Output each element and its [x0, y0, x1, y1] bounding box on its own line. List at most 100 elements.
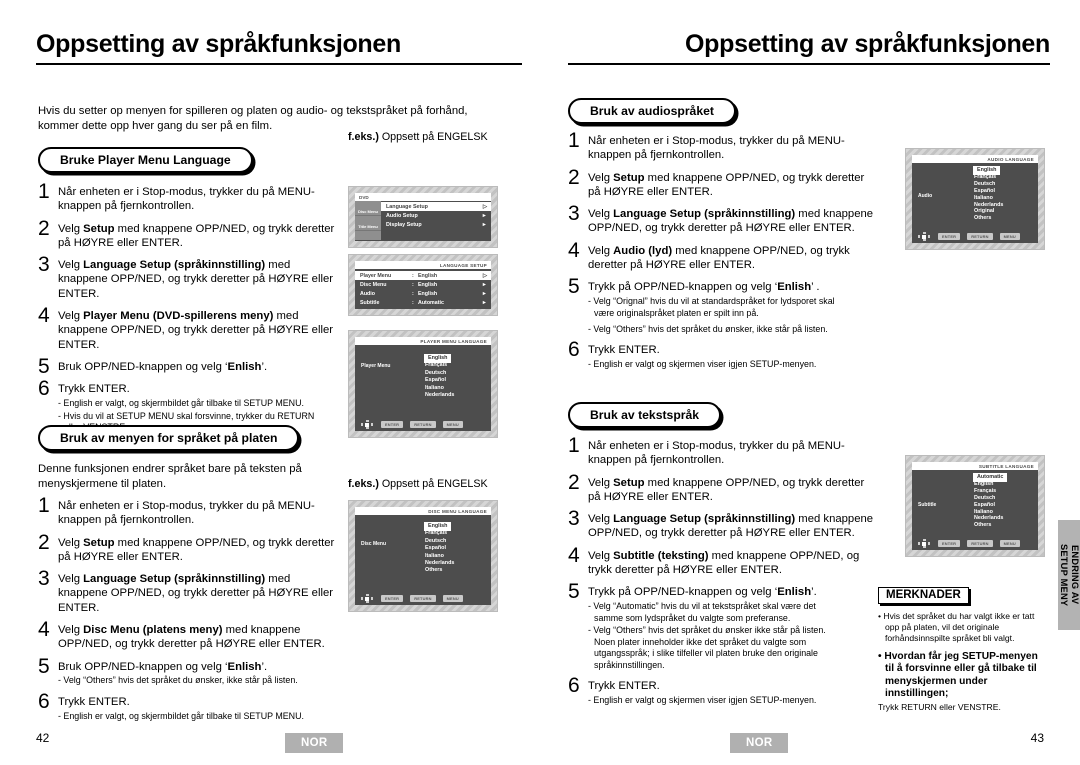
step-text: Bruk OPP/NED-knappen og velg ‘Enlish’. -… — [58, 659, 338, 687]
setup-row-disc-menu: Disc Menu: English ► — [360, 281, 487, 288]
step-item: 6 Trykk ENTER. - English er valgt og skj… — [568, 675, 878, 706]
step-number: 3 — [568, 202, 580, 226]
step-item: 5 Trykk på OPP/NED-knappen og velg ‘Enli… — [568, 581, 878, 671]
notes-box: MERKNADER • Hvis det språket du har valg… — [878, 585, 1043, 720]
step-item: 4 Velg Player Menu (DVD-spillerens meny)… — [38, 305, 338, 352]
screen-title: DISC MENU LANGUAGE — [355, 507, 491, 515]
step-item: 6 Trykk ENTER. - English er valgt, og sk… — [38, 691, 338, 722]
sidebar-item-title-menu: Title Menu — [355, 216, 381, 231]
step-item: 3 Velg Language Setup (språkinnstilling)… — [568, 508, 878, 541]
dpad-icon — [360, 420, 374, 429]
option-item: English — [423, 353, 454, 364]
step-text: Trykk på OPP/NED-knappen og velg ‘Enlish… — [588, 279, 878, 335]
dpad-icon — [917, 539, 931, 548]
step-item: 6 Trykk ENTER. - English er valgt og skj… — [568, 339, 878, 370]
screen-title: AUDIO LANGUAGE — [912, 155, 1038, 163]
chevron-right-icon: ► — [481, 300, 487, 307]
option-item: Nederlands — [974, 201, 1004, 208]
option-item: Español — [425, 545, 446, 552]
step-text: Velg Setup med knappene OPP/NED, og tryk… — [58, 222, 335, 249]
step-number: 3 — [38, 253, 50, 277]
screen-language-setup: LANGUAGE SETUP Player Menu: English ▷ Disc… — [348, 254, 498, 316]
note-item-bold: • Hvordan får jeg SETUP-menyen til å for… — [878, 651, 1043, 714]
option-item: Français — [974, 487, 997, 494]
option-item: Italiano — [425, 552, 444, 559]
example-caption-1: f.eks.) Oppsett på ENGELSK — [348, 131, 488, 143]
screen-label-player-menu: Player Menu — [361, 363, 391, 369]
option-item: Français — [425, 530, 448, 537]
screen-dvd-setup: DVD Disc Menu Title Menu Language Setup ▷… — [348, 186, 498, 248]
screen-top-label: DVD — [355, 193, 491, 201]
step-text: Trykk på OPP/NED-knappen og velg ‘Enlish… — [588, 584, 878, 671]
key-return: RETURN — [410, 421, 436, 428]
screen-label-audio: Audio — [918, 193, 933, 199]
screen-footer-keys: ENTER RETURN MENU — [355, 594, 491, 603]
step-number: 1 — [38, 494, 50, 517]
key-menu: MENU — [999, 233, 1020, 240]
screen-sidebar: Disc Menu Title Menu — [355, 201, 381, 240]
steps-player-menu-language: 1 Når enheten er i Stop-modus, trykker d… — [38, 181, 338, 441]
page-title: Oppsetting av språkfunksjonen — [36, 30, 401, 58]
option-item: Français — [974, 173, 997, 180]
notes-list: • Hvis det språket du har valgt ikke er … — [878, 611, 1043, 714]
note-subtext: Trykk RETURN eller VENSTRE. — [878, 701, 1001, 712]
key-enter: ENTER — [381, 421, 404, 428]
sidebar-item-extra — [355, 231, 381, 241]
key-enter: ENTER — [381, 595, 404, 602]
step-note: - Velg “Automatic” hvis du vil at teksts… — [588, 601, 826, 670]
side-tab-label: ENDRING AV SETUP MENY — [1059, 543, 1080, 607]
step-item: 3 Velg Language Setup (språkinnstilling)… — [38, 568, 338, 615]
step-number: 4 — [568, 543, 580, 567]
step-item: 1 Når enheten er i Stop-modus, trykker d… — [38, 494, 338, 528]
side-tab-chapter: ENDRING AV SETUP MENY — [1058, 520, 1080, 630]
section-header-disc-menu-language: Bruk av menyen for språket på platen — [38, 425, 300, 451]
option-item: Original — [974, 208, 995, 215]
option-item: Others — [425, 567, 443, 574]
key-menu: MENU — [442, 421, 463, 428]
key-menu: MENU — [442, 595, 463, 602]
step-text: Velg Disc Menu (platens meny) med knappe… — [58, 624, 325, 651]
screen-rows: Player Menu: English ▷ Disc Menu: English ► … — [355, 269, 491, 308]
screen-label-subtitle: Subtitle — [918, 502, 937, 508]
step-text: Velg Language Setup (språkinnstilling) m… — [588, 513, 874, 540]
chevron-right-icon: ► — [481, 221, 487, 228]
setup-row-player-menu: Player Menu: English ▷ — [355, 271, 491, 281]
left-page-title-block: Oppsetting av språkfunksjonen — [36, 30, 522, 65]
option-item: Italiano — [974, 508, 993, 515]
step-text: Velg Language Setup (språkinnstilling) m… — [588, 208, 874, 235]
screen-footer-keys: ENTER RETURN MENU — [912, 232, 1038, 241]
step-text: Velg Player Menu (DVD-spillerens meny) m… — [58, 310, 334, 351]
section-header-player-menu-language: Bruke Player Menu Language — [38, 147, 253, 173]
step-note: - English er valgt, og skjermbildet går … — [58, 710, 304, 721]
step-text: Velg Language Setup (språkinnstilling) m… — [58, 259, 334, 300]
key-return: RETURN — [967, 540, 993, 547]
title-underline — [36, 63, 522, 65]
option-item: Others — [974, 522, 992, 529]
step-note: - Velg “Others” hvis det språket du ønsk… — [58, 675, 298, 686]
option-item: Deutsch — [974, 180, 996, 187]
note-item: • Hvis det språket du har valgt ikke er … — [878, 610, 1035, 643]
screen-inner: LANGUAGE SETUP Player Menu: English ▷ Disc… — [355, 261, 491, 309]
option-item: English — [974, 480, 994, 487]
step-text: Bruk OPP/NED-knappen og velg ‘Enlish’. — [58, 360, 268, 373]
step-text: Velg Setup med knappene OPP/NED, og tryk… — [58, 536, 335, 563]
option-item: Nederlands — [425, 392, 455, 399]
step-text: Velg Setup med knappene OPP/NED, og tryk… — [588, 476, 865, 503]
step-item: 4 Velg Subtitle (teksting) med knappene … — [568, 543, 878, 578]
screen-subtitle-language: SUBTITLE LANGUAGE Subtitle Automatic Eng… — [905, 455, 1045, 557]
step-text: Velg Subtitle (teksting) med knappene OP… — [588, 549, 860, 577]
step-text: Når enheten er i Stop-modus, trykker du … — [588, 135, 845, 162]
step-text: Velg Setup med knappene OPP/NED, og tryk… — [588, 171, 865, 198]
screen-inner: AUDIO LANGUAGE Audio English Français De… — [912, 155, 1038, 243]
option-item: Español — [425, 377, 446, 384]
step-number: 4 — [568, 238, 580, 262]
step-item: 2 Velg Setup med knappene OPP/NED, og tr… — [38, 218, 338, 251]
step-item: 2 Velg Setup med knappene OPP/NED, og tr… — [38, 532, 338, 565]
option-item: English — [972, 166, 1003, 175]
step-item: 5 Bruk OPP/NED-knappen og velg ‘Enlish’.… — [38, 656, 338, 687]
screen-body: Disc Menu Title Menu Language Setup ▷ Aud… — [355, 201, 491, 240]
step-note: - English er valgt og skjermen viser igj… — [588, 359, 817, 370]
option-item: Automatic — [972, 473, 1008, 482]
example-caption-2: f.eks.) Oppsett på ENGELSK — [348, 478, 488, 490]
step-item: 2 Velg Setup med knappene OPP/NED, og tr… — [568, 472, 878, 505]
